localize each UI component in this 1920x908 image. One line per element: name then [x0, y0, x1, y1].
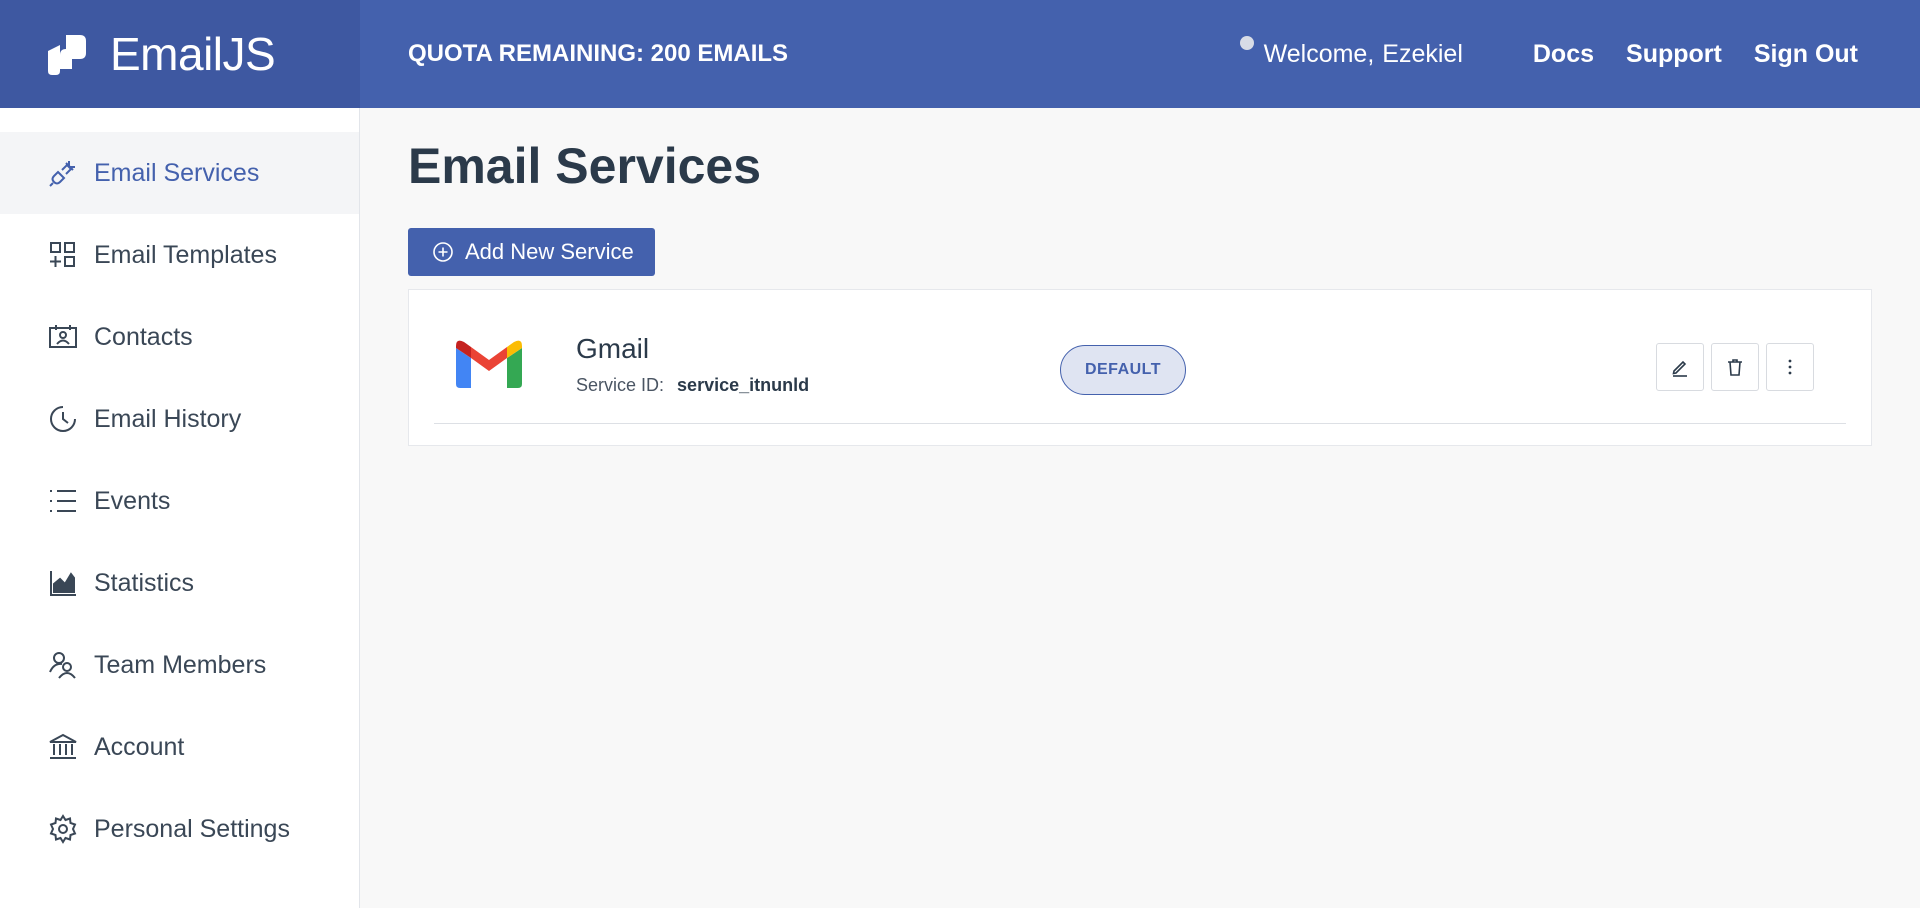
- team-icon: [48, 650, 78, 680]
- sidebar-item-email-services[interactable]: Email Services: [0, 132, 359, 214]
- main-content: Email Services Add New Service Gmail Ser…: [408, 108, 1872, 446]
- edit-button[interactable]: [1656, 343, 1704, 391]
- list-icon: [48, 486, 78, 516]
- sidebar-item-label: Email Services: [94, 158, 260, 187]
- default-badge: DEFAULT: [1060, 345, 1186, 395]
- gear-icon: [48, 814, 78, 844]
- delete-button[interactable]: [1711, 343, 1759, 391]
- templates-icon: [48, 240, 78, 270]
- sidebar-item-account[interactable]: Account: [0, 706, 359, 788]
- sidebar-item-email-history[interactable]: Email History: [0, 378, 359, 460]
- sidebar-item-label: Personal Settings: [94, 814, 290, 843]
- sidebar-item-email-templates[interactable]: Email Templates: [0, 214, 359, 296]
- brand-name: EmailJS: [110, 28, 276, 80]
- chart-icon: [48, 568, 78, 598]
- sidebar: Email Services Email Templates Contacts …: [0, 108, 360, 908]
- sidebar-item-contacts[interactable]: Contacts: [0, 296, 359, 378]
- sign-out-link[interactable]: Sign Out: [1754, 40, 1858, 69]
- trash-icon: [1728, 359, 1742, 376]
- gmail-logo-icon: [456, 340, 522, 388]
- history-icon: [48, 404, 78, 434]
- add-new-service-label: Add New Service: [465, 239, 634, 264]
- service-actions: [1649, 343, 1814, 391]
- sidebar-item-label: Events: [94, 486, 171, 515]
- sidebar-item-events[interactable]: Events: [0, 460, 359, 542]
- quota-remaining: QUOTA REMAINING: 200 EMAILS: [408, 40, 789, 67]
- add-new-service-button[interactable]: Add New Service: [408, 228, 655, 276]
- bank-icon: [48, 732, 78, 762]
- service-row[interactable]: Gmail Service ID: service_itnunld DEFAUL…: [434, 290, 1846, 424]
- docs-link[interactable]: Docs: [1533, 40, 1594, 69]
- sidebar-item-label: Account: [94, 732, 185, 761]
- sidebar-item-statistics[interactable]: Statistics: [0, 542, 359, 624]
- sidebar-item-label: Email History: [94, 404, 242, 433]
- service-id-value: service_itnunld: [677, 375, 810, 395]
- top-header: EmailJS QUOTA REMAINING: 200 EMAILS Welc…: [0, 0, 1920, 108]
- more-options-button[interactable]: [1766, 343, 1814, 391]
- service-card: Gmail Service ID: service_itnunld DEFAUL…: [408, 289, 1872, 446]
- welcome-prefix: Welcome,: [1263, 39, 1375, 68]
- brand[interactable]: EmailJS: [0, 0, 360, 108]
- pencil-icon: [1672, 360, 1687, 377]
- page-title: Email Services: [408, 138, 762, 194]
- sidebar-item-label: Email Templates: [94, 240, 277, 269]
- support-link[interactable]: Support: [1626, 40, 1722, 69]
- header-right: Welcome, Ezekiel Docs Support Sign Out: [1239, 0, 1858, 108]
- service-id-label: Service ID:: [576, 375, 665, 395]
- emailjs-logo-icon: [48, 35, 86, 75]
- sidebar-item-personal-settings[interactable]: Personal Settings: [0, 788, 359, 870]
- sidebar-item-label: Contacts: [94, 322, 193, 351]
- service-name: Gmail: [576, 333, 650, 364]
- contacts-icon: [48, 322, 78, 352]
- plus-circle-icon: [433, 242, 453, 262]
- sidebar-item-label: Statistics: [94, 568, 195, 597]
- sidebar-item-team-members[interactable]: Team Members: [0, 624, 359, 706]
- plug-icon: [48, 158, 78, 188]
- user-name: Ezekiel: [1382, 39, 1463, 68]
- welcome-text: Welcome, Ezekiel: [1264, 40, 1471, 69]
- sidebar-item-label: Team Members: [94, 650, 267, 679]
- service-id: Service ID: service_itnunld: [576, 375, 809, 396]
- status-dot-icon: [1239, 36, 1254, 50]
- more-vertical-icon: [1788, 359, 1792, 375]
